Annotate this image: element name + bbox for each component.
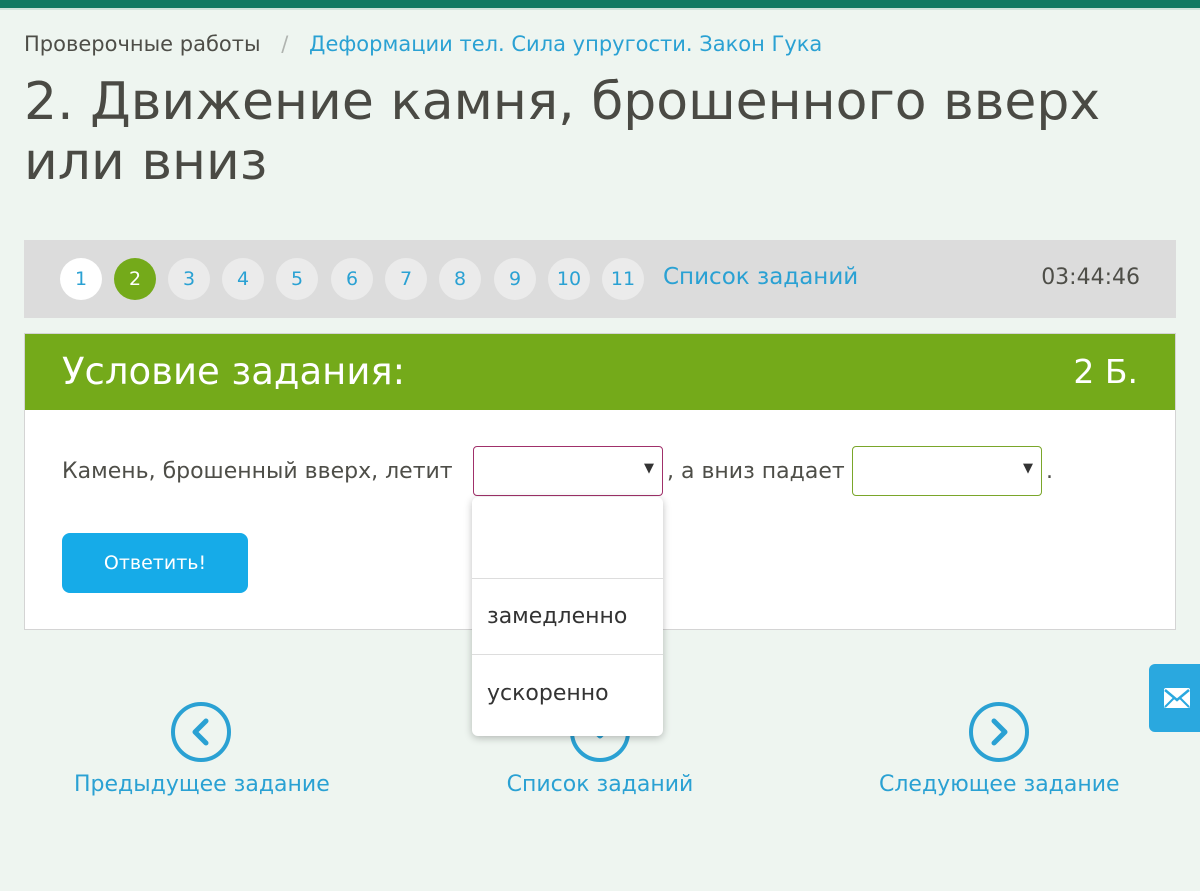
task-list-link[interactable]: Список заданий (663, 264, 858, 290)
page-title: 2. Движение камня, брошенного вверх или … (24, 72, 1101, 192)
task-number-5[interactable]: 5 (276, 258, 318, 300)
task-number-1[interactable]: 1 (60, 258, 102, 300)
dropdown-option-fast[interactable]: ускоренно (472, 655, 663, 731)
breadcrumb-root[interactable]: Проверочные работы (24, 32, 261, 56)
question-text-part2: , а вниз падает (667, 459, 845, 484)
prev-task-nav[interactable]: Предыдущее задание (74, 702, 330, 797)
dropdown-arrow-icon: ▼ (644, 461, 654, 476)
task-number-7[interactable]: 7 (385, 258, 427, 300)
answer-select-1[interactable]: ▼ (473, 446, 663, 496)
task-number-2[interactable]: 2 (114, 258, 156, 300)
task-card-header: Условие задания: 2 Б. (25, 334, 1175, 410)
top-bar (0, 0, 1200, 8)
task-number-9[interactable]: 9 (494, 258, 536, 300)
task-list-label[interactable]: Список заданий (506, 772, 694, 797)
task-number-8[interactable]: 8 (439, 258, 481, 300)
answer-button[interactable]: Ответить! (62, 533, 248, 593)
task-number-11[interactable]: 11 (602, 258, 644, 300)
dropdown-arrow-icon: ▼ (1023, 461, 1033, 476)
breadcrumb: Проверочные работы / Деформации тел. Сил… (24, 32, 822, 56)
breadcrumb-separator: / (281, 32, 289, 56)
task-number-4[interactable]: 4 (222, 258, 264, 300)
chevron-left-icon[interactable] (171, 702, 231, 762)
answer-select-2[interactable]: ▼ (852, 446, 1042, 496)
next-task-label[interactable]: Следующее задание (879, 772, 1120, 797)
timer: 03:44:46 (1041, 265, 1140, 290)
dropdown-option-empty[interactable] (472, 497, 663, 578)
question-text-part1: Камень, брошенный вверх, летит (62, 459, 453, 484)
task-number-3[interactable]: 3 (168, 258, 210, 300)
task-number-10[interactable]: 10 (548, 258, 590, 300)
question-text-end: . (1046, 459, 1053, 484)
task-points: 2 Б. (1073, 352, 1138, 391)
prev-task-label[interactable]: Предыдущее задание (74, 772, 330, 797)
dropdown-menu: замедленно ускоренно (472, 497, 663, 736)
task-condition-title: Условие задания: (62, 350, 406, 393)
top-bar-line (0, 8, 1200, 10)
task-number-6[interactable]: 6 (331, 258, 373, 300)
chevron-right-icon[interactable] (969, 702, 1029, 762)
breadcrumb-current[interactable]: Деформации тел. Сила упругости. Закон Гу… (309, 32, 822, 56)
task-navigation: 1 2 3 4 5 6 7 8 9 10 11 Список заданий 0… (24, 240, 1176, 318)
dropdown-option-slow[interactable]: замедленно (472, 579, 663, 654)
mail-icon[interactable] (1149, 664, 1200, 732)
next-task-nav[interactable]: Следующее задание (879, 702, 1120, 797)
